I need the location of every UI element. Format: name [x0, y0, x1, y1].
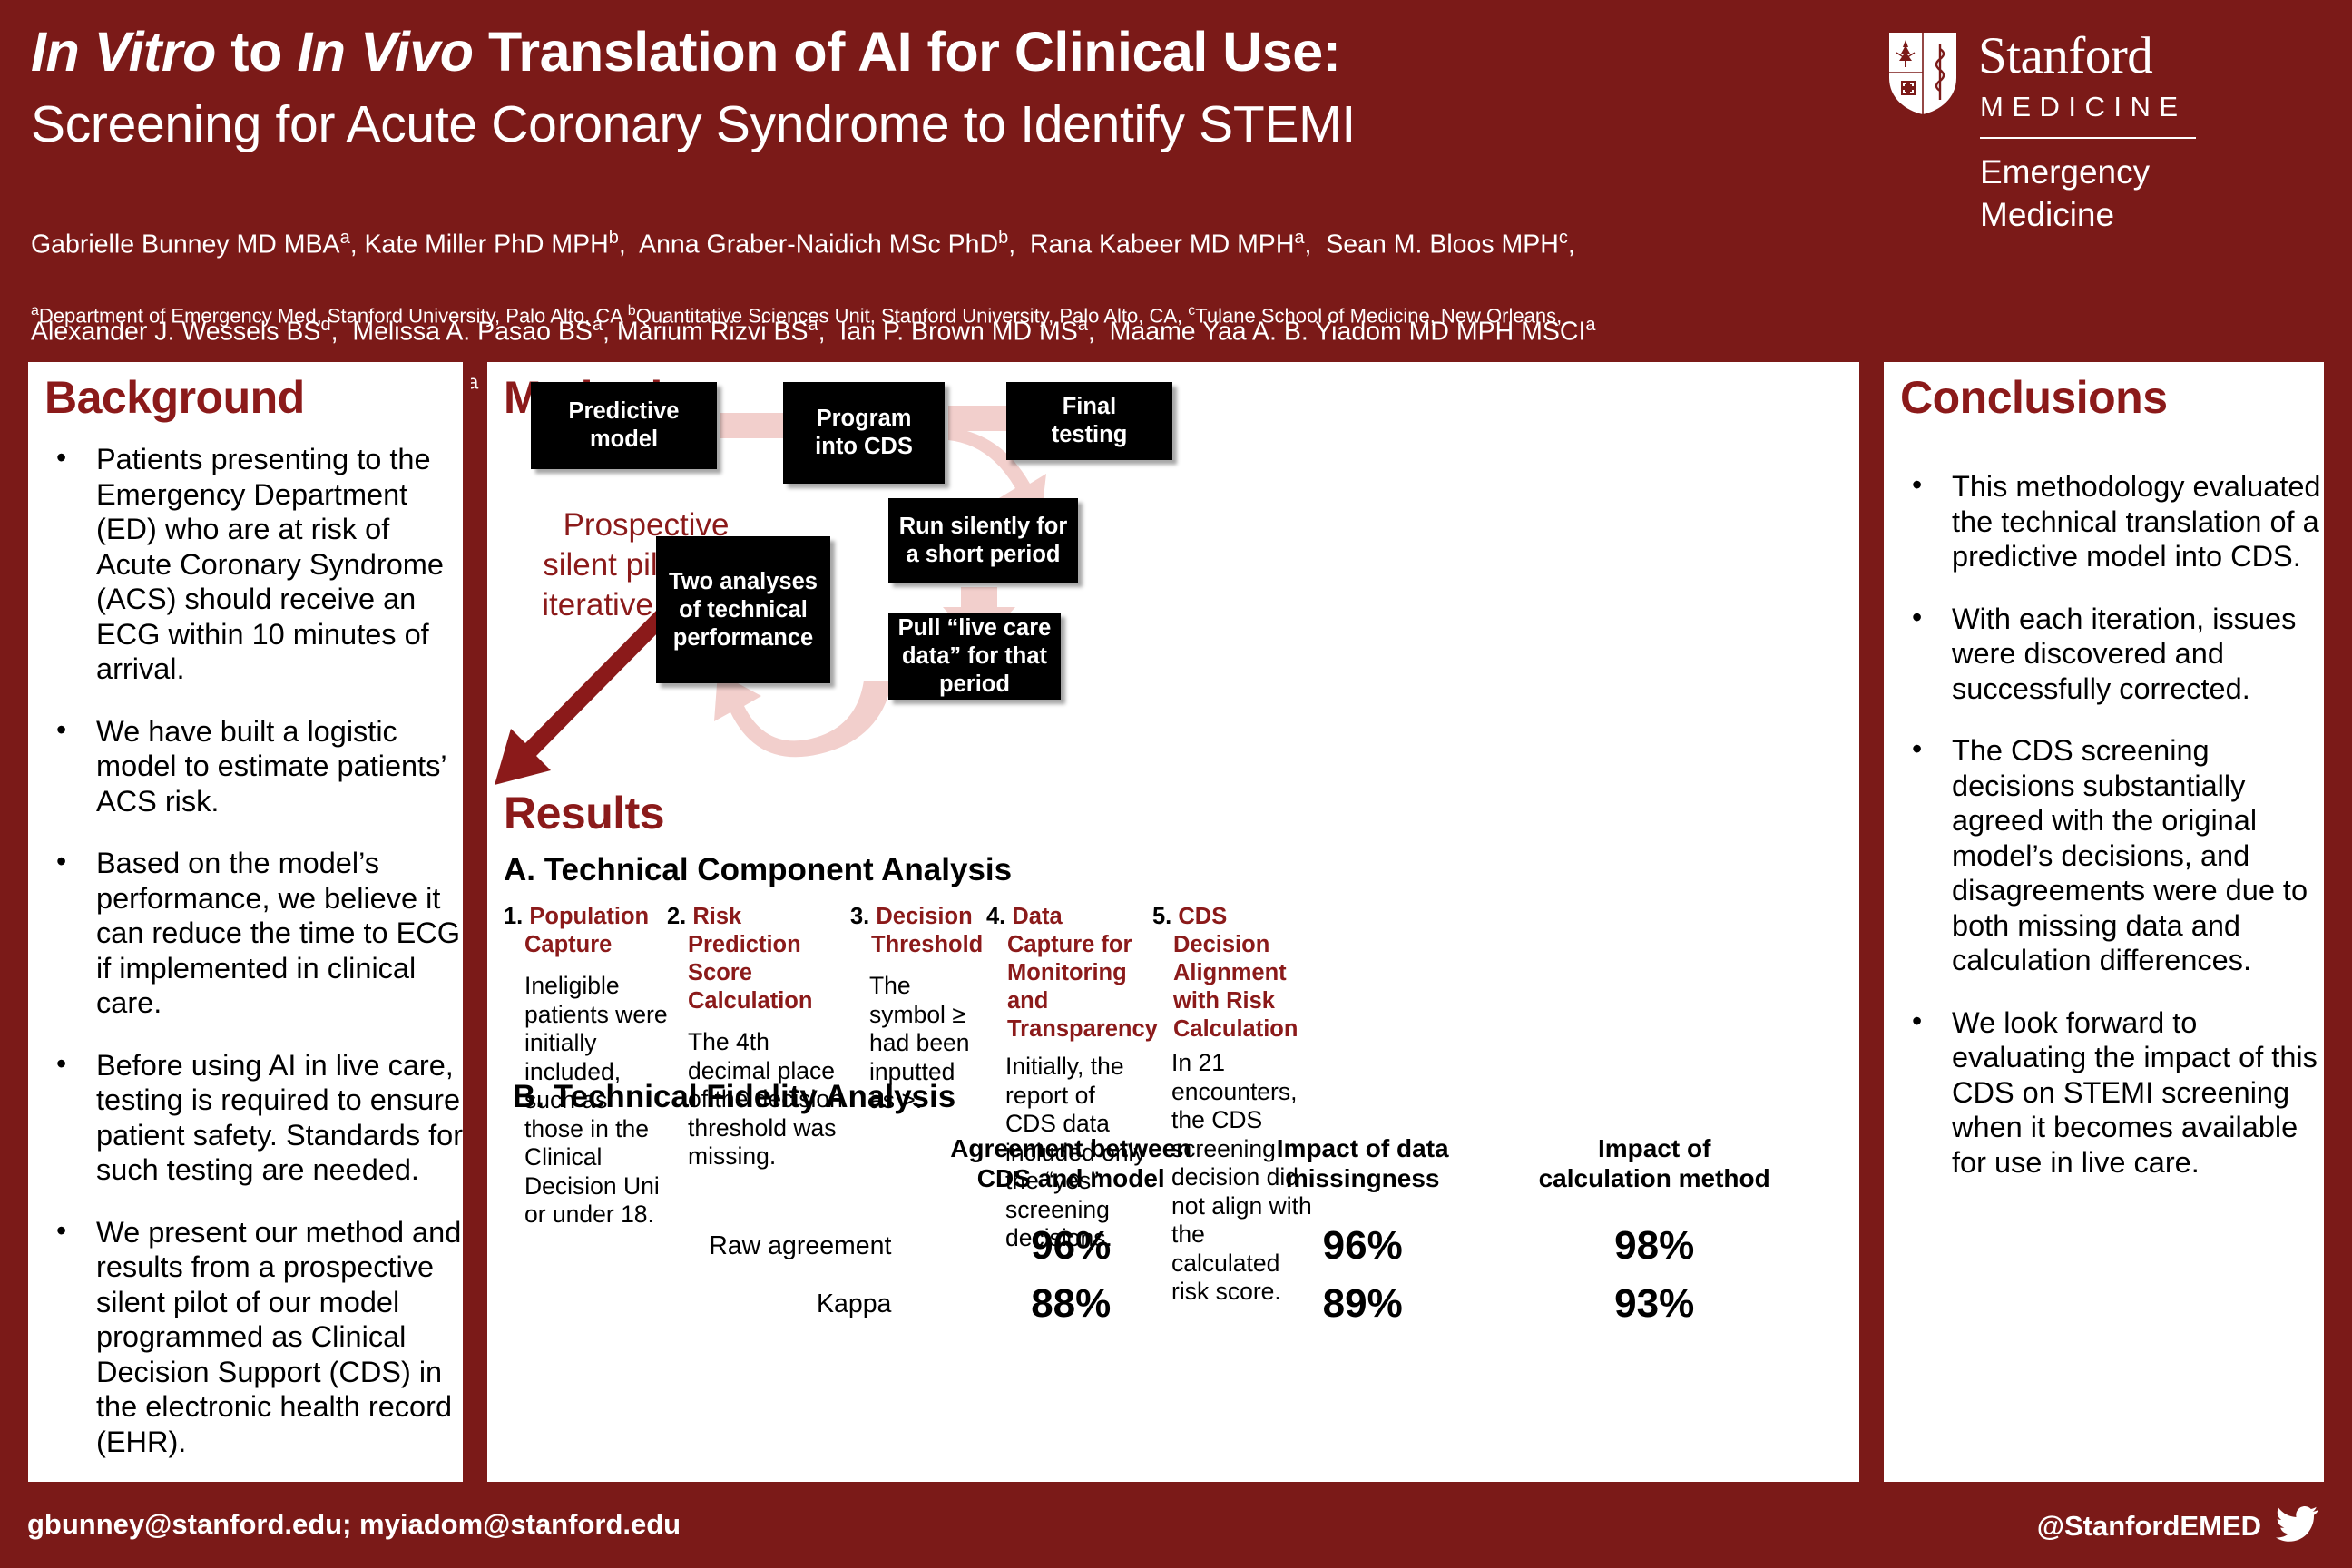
list-item: The CDS screening decisions substantiall…	[1900, 731, 2324, 978]
column-header-calculation: Impact of calculation method	[1538, 1134, 1770, 1192]
background-panel: Background Patients presenting to the Em…	[20, 354, 471, 1490]
table-header-row: Agreement between CDS and model Impact o…	[513, 1133, 1810, 1217]
logo-sub-wordmark: MEDICINE	[1980, 91, 2187, 122]
cell-kappa-2: 89%	[1322, 1281, 1403, 1326]
results-heading: Results	[504, 788, 665, 838]
column-header-missingness: Impact of data missingness	[1276, 1134, 1449, 1192]
cell-raw-agreement-1: 96%	[1031, 1223, 1112, 1268]
component-2-number: 2.	[667, 904, 687, 929]
flow-box-two-analyses: Two analyses of technical performance	[656, 536, 830, 683]
poster-header: In Vitro to In Vivo Translation of AI fo…	[0, 0, 2352, 394]
cell-kappa-3: 93%	[1614, 1281, 1695, 1326]
poster-subtitle: Screening for Acute Coronary Syndrome to…	[31, 95, 1356, 153]
logo-divider	[1980, 137, 2196, 139]
component-2-title: 2. Risk Prediction Score Calculation	[667, 904, 813, 1014]
title-italic-in-vivo: In Vivo	[297, 21, 474, 83]
title-connector: to	[215, 21, 298, 83]
background-bullet-list: Patients presenting to the Emergency Dep…	[44, 440, 463, 1482]
row-label-raw-agreement: Raw agreement	[709, 1230, 892, 1260]
list-item: This methodology evaluated the technical…	[1900, 467, 2324, 574]
component-5-number: 5.	[1152, 904, 1172, 929]
list-item: Based on the model’s performance, we bel…	[44, 844, 463, 1021]
column-header-agreement: Agreement between CDS and model	[950, 1134, 1192, 1192]
component-3-number: 3.	[850, 904, 870, 929]
arrow-analyses-to-results	[495, 605, 672, 785]
component-3-title: 3. Decision Threshold	[850, 904, 984, 957]
list-item: We look forward to evaluating the impact…	[1900, 1004, 2324, 1181]
conclusions-panel: Conclusions This methodology evaluated t…	[1876, 354, 2332, 1490]
component-4-number: 4.	[986, 904, 1006, 929]
background-heading: Background	[44, 372, 305, 423]
stanford-shield-icon	[1889, 33, 1956, 114]
poster-title-line1: In Vitro to In Vivo Translation of AI fo…	[31, 20, 1341, 83]
methods-results-panel: Methods Prospective silent pilot with it…	[479, 354, 1867, 1490]
contact-emails[interactable]: gbunney@stanford.edu; myiadom@stanford.e…	[27, 1508, 681, 1541]
cell-raw-agreement-2: 96%	[1322, 1223, 1403, 1268]
section-b-heading: B. Technical Fidelity Analysis	[513, 1079, 956, 1114]
technical-fidelity-table: Agreement between CDS and model Impact o…	[513, 1133, 1810, 1333]
twitter-bird-icon[interactable]	[2276, 1504, 2319, 1544]
list-item: Patients presenting to the Emergency Dep…	[44, 440, 463, 687]
component-4-title: 4. Data Capture for Monitoring and Trans…	[986, 904, 1158, 1042]
component-2: 2. Risk Prediction Score Calculation The…	[667, 903, 848, 1171]
poster-footer: gbunney@stanford.edu; myiadom@stanford.e…	[0, 1490, 2352, 1568]
cell-kappa-1: 88%	[1031, 1281, 1112, 1326]
list-item: Before using AI in live care, testing is…	[44, 1046, 463, 1188]
conclusions-bullet-list: This methodology evaluated the technical…	[1900, 467, 2324, 1207]
stanford-medicine-logo: Stanford MEDICINE Emergency Medicine	[1887, 25, 2269, 252]
title-rest: Translation of AI for Clinical Use:	[473, 21, 1341, 83]
arrow-pull-to-analyses	[714, 672, 892, 758]
flow-box-predictive-model: Predictive model	[531, 382, 717, 469]
flow-box-run-silently: Run silently for a short period	[888, 498, 1078, 583]
title-italic-in-vitro: In Vitro	[31, 21, 216, 83]
flow-box-program-into-cds: Program into CDS	[783, 382, 945, 484]
component-1-number: 1.	[504, 904, 524, 929]
twitter-handle[interactable]: @StanfordEMED	[2037, 1510, 2261, 1543]
table-row: Raw agreement 96% 96% 98%	[513, 1217, 1810, 1275]
table-corner-cell	[513, 1133, 915, 1217]
logo-department: Emergency Medicine	[1980, 153, 2151, 233]
row-label-kappa: Kappa	[816, 1289, 892, 1318]
cell-raw-agreement-3: 98%	[1614, 1223, 1695, 1268]
section-a-heading: A. Technical Component Analysis	[504, 852, 1013, 887]
table-row: Kappa 88% 89% 93%	[513, 1275, 1810, 1333]
conclusions-heading: Conclusions	[1900, 372, 2168, 423]
logo-wordmark: Stanford	[1978, 27, 2153, 84]
list-item: We have built a logistic model to estima…	[44, 712, 463, 819]
list-item: With each iteration, issues were discove…	[1900, 600, 2324, 707]
methods-flow-diagram: Predictive model Program into CDS Final …	[487, 362, 1859, 870]
component-1-title: 1. Population Capture	[504, 904, 650, 957]
component-5-title: 5. CDS Decision Alignment with Risk Calc…	[1152, 904, 1298, 1042]
flow-box-pull-live-care-data: Pull “live care data” for that period	[888, 612, 1061, 700]
flow-box-final-testing: Final testing	[1006, 382, 1172, 460]
list-item: We present our method and results from a…	[44, 1213, 463, 1460]
